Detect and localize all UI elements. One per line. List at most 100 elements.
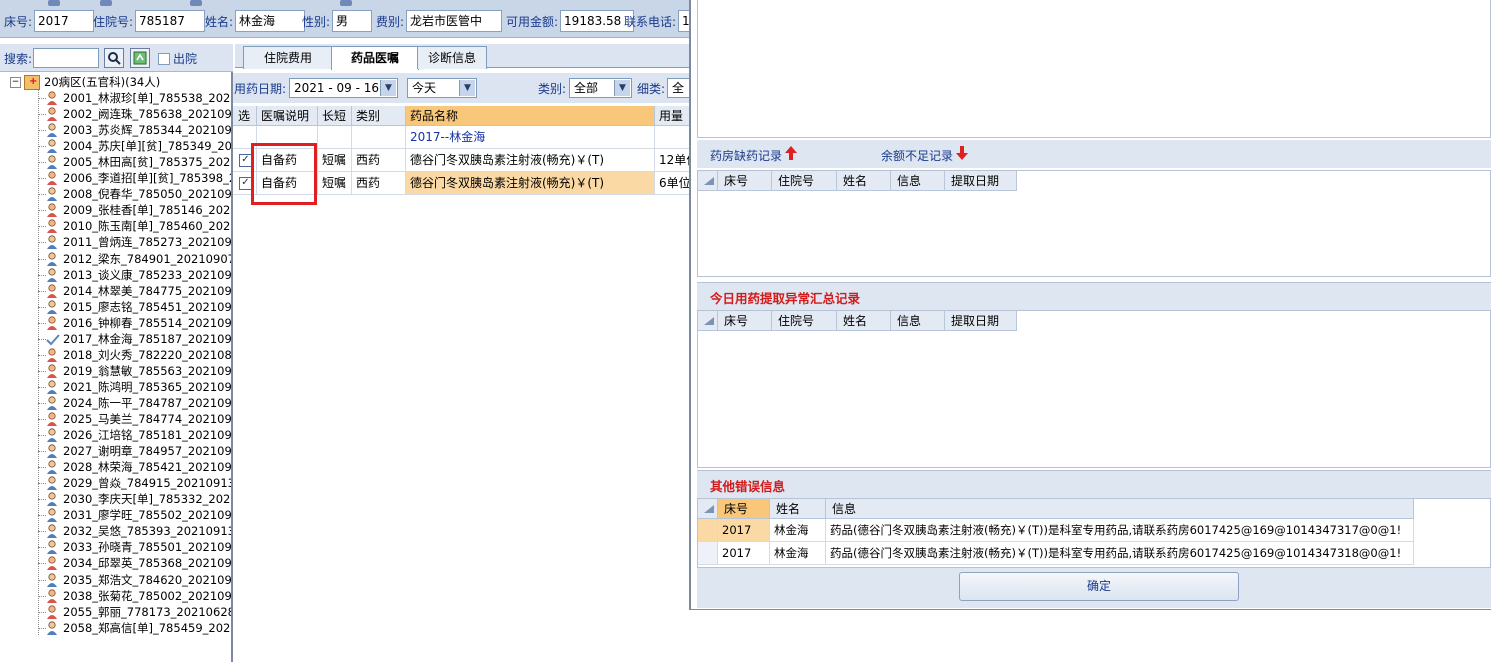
drug-cell-term[interactable]: 短嘱 xyxy=(318,172,352,195)
error-cell-bed[interactable]: 2017 xyxy=(718,519,770,542)
collapse-icon[interactable]: − xyxy=(10,77,21,88)
anomaly-col-header[interactable]: 提取日期 xyxy=(945,311,1017,331)
shortage-col-header[interactable]: 信息 xyxy=(891,171,945,191)
search-button[interactable] xyxy=(104,48,124,68)
male-patient-icon xyxy=(46,235,58,250)
ward-icon: + xyxy=(24,75,40,90)
patient-label: 2019_翁慧敏_785563_20210915_ xyxy=(63,363,231,378)
arrow-up-icon xyxy=(785,146,797,160)
anomaly-col-header[interactable]: 姓名 xyxy=(837,311,891,331)
drug-cell-dose[interactable]: 12单位 xyxy=(655,149,690,172)
patient-label: 2015_廖志铭_785451_20210914_ xyxy=(63,299,231,314)
female-patient-icon xyxy=(46,171,58,186)
patient-label: 2018_刘火秀_782220_20210808_ xyxy=(63,347,231,362)
shortage-col-header[interactable]: 床号 xyxy=(718,171,772,191)
error-cell-name[interactable]: 林金海 xyxy=(770,519,826,542)
other-errors-table: 床号 姓名 信息 2017 林金海 药品(德谷门冬双胰岛素注射液(畅充)￥(T))是… xyxy=(697,498,1491,568)
anomaly-col-header[interactable]: 床号 xyxy=(718,311,772,331)
patient-label: 2009_张桂香[单]_785146_20210 xyxy=(63,203,231,218)
drug-cell-term[interactable]: 短嘱 xyxy=(318,149,352,172)
patient-label: 2010_陈玉南[单]_785460_20210 xyxy=(63,219,231,234)
col-header-dose[interactable]: 用量 xyxy=(655,106,690,126)
male-patient-icon xyxy=(46,621,58,635)
patient-label: 2025_马美兰_784774_20210907_ xyxy=(63,412,231,426)
col-header-name[interactable]: 姓名 xyxy=(770,499,826,519)
patient-label: 2008_倪春华_785050_20210909_ xyxy=(63,187,231,202)
phone-field: 联系电话: 1 xyxy=(624,10,690,32)
dropdown-arrow-icon[interactable]: ▼ xyxy=(380,80,396,96)
discharged-checkbox[interactable] xyxy=(158,53,170,65)
shortage-col-header[interactable]: 住院号 xyxy=(772,171,837,191)
patient-label: 2058_郑高信[单]_785459_20210 xyxy=(63,620,231,635)
grid-corner[interactable] xyxy=(698,311,718,331)
toolbar-icon[interactable] xyxy=(340,0,352,6)
toolbar-icon[interactable] xyxy=(100,0,112,6)
drug-cell-drug[interactable]: 德谷门冬双胰岛素注射液(畅充)￥(T) xyxy=(406,149,655,172)
male-patient-icon xyxy=(46,123,58,138)
col-header-category[interactable]: 类别 xyxy=(352,106,406,126)
patient-label: 2021_陈鸿明_785365_20210914_ xyxy=(63,379,231,394)
col-header-info[interactable]: 信息 xyxy=(826,499,1414,519)
drug-cell-drug[interactable]: 德谷门冬双胰岛素注射液(畅充)￥(T) xyxy=(406,172,655,195)
other-errors-title: 其他错误信息 xyxy=(710,479,786,494)
error-cell-info[interactable]: 药品(德谷门冬双胰岛素注射液(畅充)￥(T))是科室专用药品,请联系药房6017… xyxy=(826,542,1414,565)
shortage-col-header[interactable]: 提取日期 xyxy=(945,171,1017,191)
grid-corner[interactable] xyxy=(698,499,718,519)
row-indicator[interactable] xyxy=(698,519,718,542)
error-cell-name[interactable]: 林金海 xyxy=(770,542,826,565)
col-header-select[interactable]: 选 xyxy=(233,106,257,126)
insufficient-balance-title: 余额不足记录 xyxy=(881,149,954,163)
female-patient-icon xyxy=(46,107,58,122)
date-picker[interactable]: 2021 - 09 - 16 ▼ xyxy=(289,78,398,98)
dropdown-arrow-icon[interactable]: ▼ xyxy=(614,80,630,96)
patient-label: 2028_林荣海_785421_20210913_ xyxy=(63,460,231,475)
other-errors-header xyxy=(697,470,1491,498)
tab-diagnosis[interactable]: 诊断信息 xyxy=(417,46,487,69)
anomaly-col-header[interactable]: 住院号 xyxy=(772,311,837,331)
tab-drug-orders[interactable]: 药品医嘱 xyxy=(331,46,419,70)
tab-inpatient-fees[interactable]: 住院费用 xyxy=(243,46,333,69)
subcategory-select[interactable]: 全 xyxy=(667,78,690,98)
shortage-col-header[interactable]: 姓名 xyxy=(837,171,891,191)
row-indicator[interactable] xyxy=(698,542,718,565)
pharmacy-shortage-title: 药房缺药记录 xyxy=(710,149,783,163)
grid-corner[interactable] xyxy=(698,171,718,191)
drug-cell-dose[interactable]: 6单位 xyxy=(655,172,690,195)
refresh-button[interactable] xyxy=(130,48,150,68)
toolbar-icon[interactable] xyxy=(48,0,60,6)
corner-triangle-icon xyxy=(704,177,714,185)
col-header-drug-name[interactable]: 药品名称 xyxy=(406,106,655,126)
shortage-table: 床号 住院号 姓名 信息 提取日期 xyxy=(697,170,1491,277)
female-patient-icon xyxy=(46,556,58,571)
day-select[interactable]: 今天 ▼ xyxy=(407,78,477,98)
drug-cell-category[interactable]: 西药 xyxy=(352,172,406,195)
toolbar-icon[interactable] xyxy=(190,0,202,6)
col-header-term[interactable]: 长短 xyxy=(318,106,352,126)
tab-strip: 住院费用 药品医嘱 诊断信息 xyxy=(235,44,690,70)
col-header-note[interactable]: 医嘱说明 xyxy=(257,106,318,126)
error-cell-bed[interactable]: 2017 xyxy=(718,542,770,565)
anomaly-title: 今日用药提取异常汇总记录 xyxy=(710,291,861,306)
male-patient-icon xyxy=(46,428,58,443)
bed-field: 床号: 2017 xyxy=(4,10,95,32)
patient-label: 2032_吴悠_785393_20210913_王 xyxy=(63,524,231,539)
male-patient-icon xyxy=(46,155,58,170)
gender-value: 男 xyxy=(332,10,373,32)
arrow-down-icon xyxy=(956,146,968,160)
category-select[interactable]: 全部 ▼ xyxy=(569,78,632,98)
anomaly-col-header[interactable]: 信息 xyxy=(891,311,945,331)
col-header-bed[interactable]: 床号 xyxy=(718,499,770,519)
drug-cell-category[interactable]: 西药 xyxy=(352,149,406,172)
admission-value: 785187 xyxy=(135,10,206,32)
patient-label: 2055_郭丽_778173_20210628_廖 xyxy=(63,604,231,619)
search-input[interactable] xyxy=(33,48,99,68)
ok-button[interactable]: 确定 xyxy=(959,572,1239,601)
patient-label: 2031_廖学旺_785502_20210915_ xyxy=(63,508,231,523)
female-patient-icon xyxy=(46,283,58,298)
error-cell-info[interactable]: 药品(德谷门冬双胰岛素注射液(畅充)￥(T))是科室专用药品,请联系药房6017… xyxy=(826,519,1414,542)
fee-type-value: 龙岩市医管中 xyxy=(406,10,503,32)
patient-label: 2030_李庆天[单]_785332_20210 xyxy=(63,492,231,507)
patient-label: 2038_张菊花_785002_20210908_ xyxy=(63,588,231,603)
dropdown-arrow-icon[interactable]: ▼ xyxy=(459,80,475,96)
patient-label: 2012_梁东_784901_20210907_张 xyxy=(63,251,231,266)
